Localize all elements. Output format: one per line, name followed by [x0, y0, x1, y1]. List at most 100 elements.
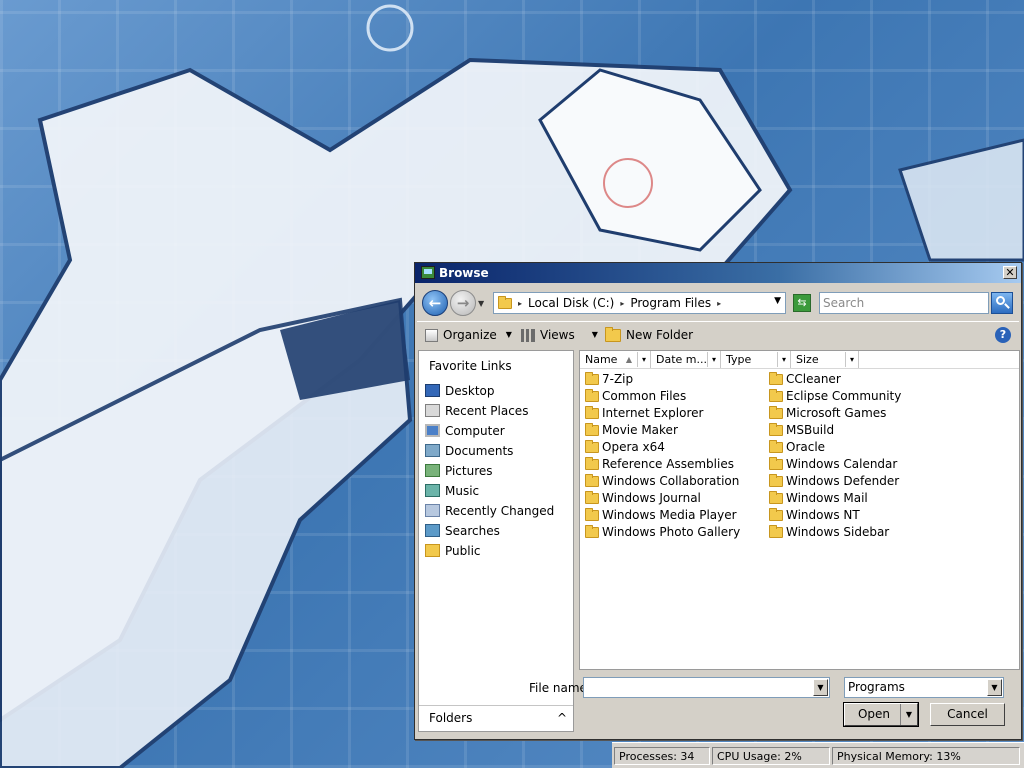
folders-label: Folders — [429, 711, 473, 725]
views-icon — [521, 328, 535, 342]
folder-icon — [585, 389, 599, 402]
list-item-label: Windows Mail — [786, 491, 868, 505]
list-item[interactable]: Opera x64 — [580, 439, 760, 456]
desktop-icon — [425, 384, 440, 397]
chevron-down-icon[interactable]: ▼ — [813, 679, 828, 696]
cancel-button[interactable]: Cancel — [930, 703, 1005, 726]
breadcrumb-arrow-icon[interactable]: ▸ — [620, 299, 624, 308]
nav-item-desktop[interactable]: Desktop — [419, 381, 573, 401]
folder-icon — [769, 440, 783, 453]
address-bar[interactable]: ▸ Local Disk (C:) ▸ Program Files ▸ ▼ — [493, 292, 786, 314]
nav-item-computer[interactable]: Computer — [419, 421, 573, 441]
list-item-label: Windows Photo Gallery — [602, 525, 741, 539]
window-app-icon — [421, 266, 435, 279]
list-item[interactable]: Windows Calendar — [764, 456, 964, 473]
chevron-down-icon[interactable]: ▼ — [987, 679, 1002, 696]
folder-icon — [769, 474, 783, 487]
search-input[interactable]: Search — [819, 292, 989, 314]
list-item-label: MSBuild — [786, 423, 835, 437]
help-icon[interactable]: ? — [995, 327, 1011, 343]
sort-ascending-icon: ▲ — [625, 355, 632, 364]
chevron-down-icon[interactable]: ▾ — [637, 352, 650, 367]
chevron-down-icon[interactable]: ▾ — [777, 352, 790, 367]
navigation-pane: Favorite Links Desktop Recent Places Com… — [418, 350, 574, 732]
nav-item-label: Music — [445, 484, 480, 498]
folder-icon — [769, 406, 783, 419]
column-header-type[interactable]: Type ▾ — [721, 351, 791, 368]
nav-item-recent-places[interactable]: Recent Places — [419, 401, 573, 421]
forward-button[interactable]: → — [450, 290, 476, 316]
list-item[interactable]: Microsoft Games — [764, 405, 964, 422]
nav-item-documents[interactable]: Documents — [419, 441, 573, 461]
list-item[interactable]: Movie Maker — [580, 422, 760, 439]
open-options-chevron-icon[interactable]: ▼ — [900, 704, 917, 725]
nav-item-recently-changed[interactable]: Recently Changed — [419, 501, 573, 521]
nav-item-pictures[interactable]: Pictures — [419, 461, 573, 481]
chevron-down-icon: ▼ — [591, 330, 598, 339]
file-type-select[interactable]: Programs ▼ — [844, 677, 1004, 698]
browse-dialog: Browse ✕ ← → ▼ ▸ Local Disk (C:) ▸ Progr… — [414, 262, 1022, 740]
column-header-name[interactable]: Name ▲ ▾ — [580, 351, 651, 368]
list-item[interactable]: Internet Explorer — [580, 405, 760, 422]
chevron-down-icon[interactable]: ▾ — [707, 352, 720, 367]
folder-icon — [585, 372, 599, 385]
column-header-size[interactable]: Size ▾ — [791, 351, 859, 368]
nav-item-label: Pictures — [445, 464, 493, 478]
file-name-input[interactable]: ▼ — [583, 677, 830, 698]
list-item[interactable]: Reference Assemblies — [580, 456, 760, 473]
list-item[interactable]: Windows Journal — [580, 490, 760, 507]
folder-icon — [769, 457, 783, 470]
nav-item-music[interactable]: Music — [419, 481, 573, 501]
list-item[interactable]: Windows NT — [764, 507, 964, 524]
chevron-down-icon[interactable]: ▾ — [845, 352, 858, 367]
nav-item-searches[interactable]: Searches — [419, 521, 573, 541]
column-headers: Name ▲ ▾ Date m... ▾ Type ▾ Size ▾ — [580, 351, 1019, 369]
new-folder-button[interactable]: New Folder — [605, 326, 693, 344]
recent-pages-dropdown-icon[interactable]: ▼ — [478, 299, 484, 308]
list-item[interactable]: MSBuild — [764, 422, 964, 439]
documents-icon — [425, 444, 440, 457]
status-processes: Processes: 34 — [614, 746, 710, 765]
breadcrumb-arrow-icon[interactable]: ▸ — [518, 299, 522, 308]
folders-toggle[interactable]: Folders ^ — [419, 705, 573, 731]
list-item[interactable]: Windows Mail — [764, 490, 964, 507]
command-bar: Organize ▼ Views ▼ New Folder ? — [417, 321, 1019, 348]
list-item[interactable]: Windows Sidebar — [764, 524, 964, 541]
list-item-label: Internet Explorer — [602, 406, 704, 420]
column-header-date-modified[interactable]: Date m... ▾ — [651, 351, 721, 368]
nav-item-label: Desktop — [445, 384, 495, 398]
refresh-button[interactable]: ⇆ — [793, 294, 811, 312]
list-item[interactable]: Oracle — [764, 439, 964, 456]
list-item-label: Windows Media Player — [602, 508, 737, 522]
close-button[interactable]: ✕ — [1003, 266, 1017, 279]
folder-icon — [769, 525, 783, 538]
list-item[interactable]: Windows Media Player — [580, 507, 760, 524]
views-button[interactable]: Views ▼ — [521, 326, 598, 344]
folder-icon — [769, 508, 783, 521]
breadcrumb-local-disk[interactable]: Local Disk (C:) — [528, 296, 614, 310]
nav-item-label: Documents — [445, 444, 514, 458]
breadcrumb-program-files[interactable]: Program Files — [630, 296, 711, 310]
list-item[interactable]: 7-Zip — [580, 371, 760, 388]
new-folder-icon — [605, 326, 621, 342]
open-button[interactable]: Open ▼ — [843, 702, 919, 727]
back-button[interactable]: ← — [422, 290, 448, 316]
task-manager-status-bar: Processes: 34 CPU Usage: 2% Physical Mem… — [612, 742, 1024, 768]
organize-icon — [425, 328, 438, 342]
list-item[interactable]: CCleaner — [764, 371, 964, 388]
breadcrumb-arrow-icon[interactable]: ▸ — [717, 299, 721, 308]
title-bar[interactable]: Browse ✕ — [415, 263, 1021, 283]
list-item[interactable]: Eclipse Community — [764, 388, 964, 405]
nav-item-label: Recent Places — [445, 404, 529, 418]
list-item-label: Windows Calendar — [786, 457, 898, 471]
list-item[interactable]: Windows Photo Gallery — [580, 524, 760, 541]
list-item[interactable]: Windows Defender — [764, 473, 964, 490]
folder-icon — [769, 491, 783, 504]
nav-item-public[interactable]: Public — [419, 541, 573, 561]
address-dropdown-icon[interactable]: ▼ — [774, 296, 781, 306]
organize-button[interactable]: Organize ▼ — [425, 326, 512, 344]
search-button[interactable] — [991, 292, 1013, 314]
folder-icon — [585, 474, 599, 487]
list-item[interactable]: Common Files — [580, 388, 760, 405]
list-item[interactable]: Windows Collaboration — [580, 473, 760, 490]
